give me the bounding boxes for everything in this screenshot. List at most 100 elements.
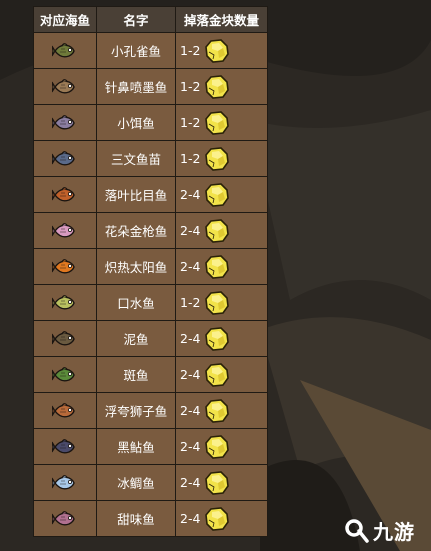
header-fish: 对应海鱼 xyxy=(33,6,97,33)
gold-count-cell: 2-4 xyxy=(175,248,268,285)
gold-count-cell: 2-4 xyxy=(175,212,268,249)
gold-nugget-icon xyxy=(205,38,230,63)
needlenose-squirt-fish-icon xyxy=(52,78,75,94)
black-catfish-icon xyxy=(52,438,75,454)
fish-name: 针鼻喷墨鱼 xyxy=(96,68,176,105)
table-row: 针鼻喷墨鱼 1-2 xyxy=(33,68,268,105)
gold-count: 1-2 xyxy=(180,115,201,130)
gold-nugget-icon xyxy=(205,326,230,351)
gold-count-cell: 1-2 xyxy=(175,68,268,105)
table-row: 小饵鱼 1-2 xyxy=(33,104,268,141)
fish-cell xyxy=(33,428,97,465)
header-gold-count: 掉落金块数量 xyxy=(175,6,268,33)
gold-count: 2-4 xyxy=(180,259,201,274)
gold-count: 2-4 xyxy=(180,511,201,526)
fish-name: 小饵鱼 xyxy=(96,104,176,141)
gold-count-cell: 2-4 xyxy=(175,500,268,537)
hot-sunfish-icon xyxy=(52,258,75,274)
fish-cell xyxy=(33,392,97,429)
fish-cell xyxy=(33,32,97,69)
small-peacock-fish-icon xyxy=(52,42,75,58)
gold-nugget-icon xyxy=(205,146,230,171)
gold-count: 1-2 xyxy=(180,151,201,166)
gold-count: 2-4 xyxy=(180,439,201,454)
sweetish-fish-icon xyxy=(52,510,75,526)
gold-count: 2-4 xyxy=(180,187,201,202)
gold-count-cell: 2-4 xyxy=(175,356,268,393)
gold-count: 2-4 xyxy=(180,403,201,418)
gold-nugget-icon xyxy=(205,398,230,423)
gold-count: 2-4 xyxy=(180,223,201,238)
gold-nugget-icon xyxy=(205,218,230,243)
fish-cell xyxy=(33,176,97,213)
gold-count-cell: 2-4 xyxy=(175,320,268,357)
fish-name: 黑鲇鱼 xyxy=(96,428,176,465)
fish-name: 口水鱼 xyxy=(96,284,176,321)
gold-count-cell: 1-2 xyxy=(175,284,268,321)
fish-cell xyxy=(33,284,97,321)
fish-cell xyxy=(33,140,97,177)
gold-count-cell: 2-4 xyxy=(175,392,268,429)
gold-count: 1-2 xyxy=(180,79,201,94)
fish-name: 冰鲷鱼 xyxy=(96,464,176,501)
fish-name: 落叶比目鱼 xyxy=(96,176,176,213)
fish-cell xyxy=(33,68,97,105)
fish-cell xyxy=(33,500,97,537)
gold-count: 1-2 xyxy=(180,295,201,310)
fish-cell xyxy=(33,248,97,285)
gold-nugget-icon xyxy=(205,290,230,315)
bait-fish-icon xyxy=(52,114,75,130)
fish-name: 泥鱼 xyxy=(96,320,176,357)
gold-count: 2-4 xyxy=(180,331,201,346)
table-row: 浮夸狮子鱼 2-4 xyxy=(33,392,268,429)
gold-nugget-icon xyxy=(205,506,230,531)
gold-nugget-icon xyxy=(205,182,230,207)
fish-name: 三文鱼苗 xyxy=(96,140,176,177)
gold-nugget-icon xyxy=(205,74,230,99)
watermark-text: 九游 xyxy=(373,519,415,544)
fish-gold-table: 对应海鱼 名字 掉落金块数量 小孔雀鱼 1-2 针鼻喷墨鱼 1-2 小饵鱼 1-2 三文鱼苗… xyxy=(33,6,268,537)
table-row: 三文鱼苗 1-2 xyxy=(33,140,268,177)
flower-tuna-icon xyxy=(52,222,75,238)
spotted-fish-icon xyxy=(52,366,75,382)
gold-count-cell: 1-2 xyxy=(175,32,268,69)
fish-name: 小孔雀鱼 xyxy=(96,32,176,69)
gold-count-cell: 2-4 xyxy=(175,428,268,465)
fish-cell xyxy=(33,464,97,501)
fallen-leaf-flounder-icon xyxy=(52,186,75,202)
gold-count-cell: 2-4 xyxy=(175,176,268,213)
table-header-row: 对应海鱼 名字 掉落金块数量 xyxy=(33,6,268,33)
table-row: 落叶比目鱼 2-4 xyxy=(33,176,268,213)
table-row: 冰鲷鱼 2-4 xyxy=(33,464,268,501)
9you-logo-icon xyxy=(345,519,369,543)
salmon-fry-icon xyxy=(52,150,75,166)
table-row: 泥鱼 2-4 xyxy=(33,320,268,357)
mudfish-icon xyxy=(52,330,75,346)
fish-name: 炽热太阳鱼 xyxy=(96,248,176,285)
gold-count-cell: 1-2 xyxy=(175,140,268,177)
flashy-lionfish-icon xyxy=(52,402,75,418)
table-row: 斑鱼 2-4 xyxy=(33,356,268,393)
fish-name: 斑鱼 xyxy=(96,356,176,393)
fish-name: 花朵金枪鱼 xyxy=(96,212,176,249)
fish-cell xyxy=(33,104,97,141)
table-row: 黑鲇鱼 2-4 xyxy=(33,428,268,465)
fish-cell xyxy=(33,212,97,249)
gold-nugget-icon xyxy=(205,362,230,387)
gold-nugget-icon xyxy=(205,470,230,495)
ice-bream-icon xyxy=(52,474,75,490)
gold-nugget-icon xyxy=(205,254,230,279)
gold-nugget-icon xyxy=(205,110,230,135)
table-row: 口水鱼 1-2 xyxy=(33,284,268,321)
gold-count: 2-4 xyxy=(180,475,201,490)
fish-name: 浮夸狮子鱼 xyxy=(96,392,176,429)
gold-count: 1-2 xyxy=(180,43,201,58)
gold-nugget-icon xyxy=(205,434,230,459)
gold-count: 2-4 xyxy=(180,367,201,382)
fish-cell xyxy=(33,320,97,357)
table-row: 甜味鱼 2-4 xyxy=(33,500,268,537)
spittlefish-icon xyxy=(52,294,75,310)
gold-count-cell: 1-2 xyxy=(175,104,268,141)
watermark: 九游 xyxy=(343,512,431,548)
fish-cell xyxy=(33,356,97,393)
